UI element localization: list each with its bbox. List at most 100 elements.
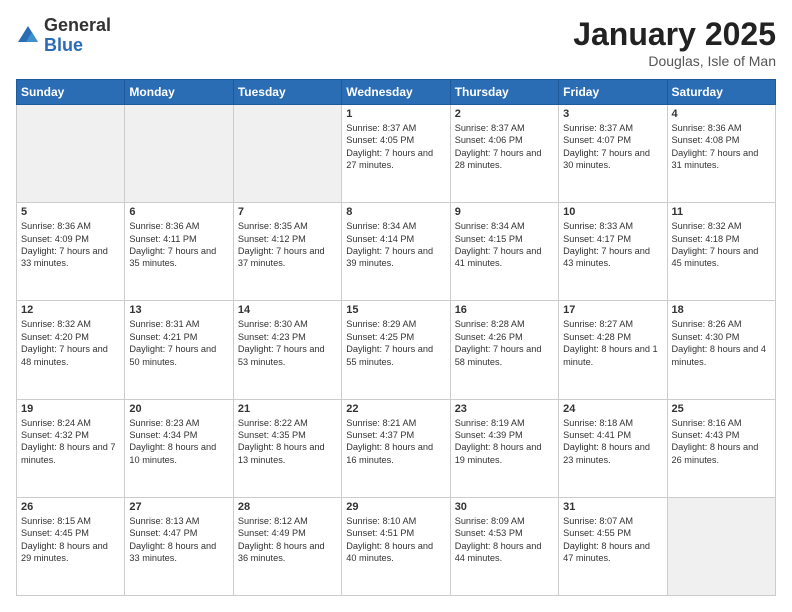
day-number: 22 bbox=[346, 403, 445, 415]
day-number: 10 bbox=[563, 206, 662, 218]
calendar-cell: 28Sunrise: 8:12 AM Sunset: 4:49 PM Dayli… bbox=[233, 497, 341, 595]
cell-content: Sunrise: 8:22 AM Sunset: 4:35 PM Dayligh… bbox=[238, 417, 337, 467]
calendar-cell: 31Sunrise: 8:07 AM Sunset: 4:55 PM Dayli… bbox=[559, 497, 667, 595]
day-number: 6 bbox=[129, 206, 228, 218]
calendar-cell: 6 Sunrise: 8:36 AM Sunset: 4:11 PM Daylig… bbox=[125, 203, 233, 301]
calendar-cell: 14Sunrise: 8:30 AM Sunset: 4:23 PM Dayli… bbox=[233, 301, 341, 399]
cell-content: Sunrise: 8:13 AM Sunset: 4:47 PM Dayligh… bbox=[129, 515, 228, 565]
calendar-cell: 29Sunrise: 8:10 AM Sunset: 4:51 PM Dayli… bbox=[342, 497, 450, 595]
cell-content: Sunrise: 8:31 AM Sunset: 4:21 PM Dayligh… bbox=[129, 318, 228, 368]
cell-content: Sunrise: 8:23 AM Sunset: 4:34 PM Dayligh… bbox=[129, 417, 228, 467]
cell-content: Sunrise: 8:33 AM Sunset: 4:17 PM Dayligh… bbox=[563, 220, 662, 270]
cell-content: Sunrise: 8:30 AM Sunset: 4:23 PM Dayligh… bbox=[238, 318, 337, 368]
calendar-cell: 20Sunrise: 8:23 AM Sunset: 4:34 PM Dayli… bbox=[125, 399, 233, 497]
day-number: 31 bbox=[563, 501, 662, 513]
day-number: 8 bbox=[346, 206, 445, 218]
calendar-cell: 7 Sunrise: 8:35 AM Sunset: 4:12 PM Daylig… bbox=[233, 203, 341, 301]
day-header-saturday: Saturday bbox=[667, 80, 775, 105]
calendar-cell: 23 Sunrise: 8:19 AM Sunset: 4:39 PM Dayli… bbox=[450, 399, 558, 497]
day-number: 7 bbox=[238, 206, 337, 218]
day-number: 1 bbox=[346, 108, 445, 120]
calendar-cell: 11 Sunrise: 8:32 AM Sunset: 4:18 PM Dayli… bbox=[667, 203, 775, 301]
calendar-cell: 10 Sunrise: 8:33 AM Sunset: 4:17 PM Dayli… bbox=[559, 203, 667, 301]
cell-content: Sunrise: 8:35 AM Sunset: 4:12 PM Dayligh… bbox=[238, 220, 337, 270]
day-header-monday: Monday bbox=[125, 80, 233, 105]
calendar-cell: 12 Sunrise: 8:32 AM Sunset: 4:20 PM Dayli… bbox=[17, 301, 125, 399]
logo-text: General Blue bbox=[44, 16, 111, 56]
calendar-cell: 22 Sunrise: 8:21 AM Sunset: 4:37 PM Dayli… bbox=[342, 399, 450, 497]
cell-content: Sunrise: 8:26 AM Sunset: 4:30 PM Dayligh… bbox=[672, 318, 771, 368]
cell-content: Sunrise: 8:37 AM Sunset: 4:05 PM Dayligh… bbox=[346, 122, 445, 172]
calendar-cell: 2 Sunrise: 8:37 AM Sunset: 4:06 PM Daylig… bbox=[450, 105, 558, 203]
cell-content: Sunrise: 8:37 AM Sunset: 4:07 PM Dayligh… bbox=[563, 122, 662, 172]
calendar-cell: 21 Sunrise: 8:22 AM Sunset: 4:35 PM Dayli… bbox=[233, 399, 341, 497]
title-block: January 2025 Douglas, Isle of Man bbox=[573, 16, 776, 69]
day-header-friday: Friday bbox=[559, 80, 667, 105]
day-number: 15 bbox=[346, 304, 445, 316]
day-number: 21 bbox=[238, 403, 337, 415]
calendar-cell: 25Sunrise: 8:16 AM Sunset: 4:43 PM Dayli… bbox=[667, 399, 775, 497]
day-number: 30 bbox=[455, 501, 554, 513]
day-number: 3 bbox=[563, 108, 662, 120]
cell-content: Sunrise: 8:27 AM Sunset: 4:28 PM Dayligh… bbox=[563, 318, 662, 368]
logo: General Blue bbox=[16, 16, 111, 56]
week-row-3: 12 Sunrise: 8:32 AM Sunset: 4:20 PM Dayli… bbox=[17, 301, 776, 399]
cell-content: Sunrise: 8:24 AM Sunset: 4:32 PM Dayligh… bbox=[21, 417, 120, 467]
calendar-cell: 30 Sunrise: 8:09 AM Sunset: 4:53 PM Dayli… bbox=[450, 497, 558, 595]
calendar-cell bbox=[667, 497, 775, 595]
day-number: 9 bbox=[455, 206, 554, 218]
page: General Blue January 2025 Douglas, Isle … bbox=[0, 0, 792, 612]
cell-content: Sunrise: 8:32 AM Sunset: 4:18 PM Dayligh… bbox=[672, 220, 771, 270]
day-number: 29 bbox=[346, 501, 445, 513]
calendar-cell: 15 Sunrise: 8:29 AM Sunset: 4:25 PM Dayli… bbox=[342, 301, 450, 399]
calendar-cell: 5Sunrise: 8:36 AM Sunset: 4:09 PM Daylig… bbox=[17, 203, 125, 301]
cell-content: Sunrise: 8:37 AM Sunset: 4:06 PM Dayligh… bbox=[455, 122, 554, 172]
day-number: 24 bbox=[563, 403, 662, 415]
calendar-cell: 8 Sunrise: 8:34 AM Sunset: 4:14 PM Daylig… bbox=[342, 203, 450, 301]
calendar-cell bbox=[17, 105, 125, 203]
calendar-cell bbox=[125, 105, 233, 203]
day-number: 28 bbox=[238, 501, 337, 513]
calendar-cell: 24Sunrise: 8:18 AM Sunset: 4:41 PM Dayli… bbox=[559, 399, 667, 497]
day-number: 25 bbox=[672, 403, 771, 415]
calendar-cell: 3 Sunrise: 8:37 AM Sunset: 4:07 PM Daylig… bbox=[559, 105, 667, 203]
calendar-cell bbox=[233, 105, 341, 203]
day-number: 13 bbox=[129, 304, 228, 316]
cell-content: Sunrise: 8:09 AM Sunset: 4:53 PM Dayligh… bbox=[455, 515, 554, 565]
day-header-thursday: Thursday bbox=[450, 80, 558, 105]
cell-content: Sunrise: 8:34 AM Sunset: 4:15 PM Dayligh… bbox=[455, 220, 554, 270]
cell-content: Sunrise: 8:36 AM Sunset: 4:09 PM Dayligh… bbox=[21, 220, 120, 270]
cell-content: Sunrise: 8:21 AM Sunset: 4:37 PM Dayligh… bbox=[346, 417, 445, 467]
calendar-cell: 26 Sunrise: 8:15 AM Sunset: 4:45 PM Dayli… bbox=[17, 497, 125, 595]
cell-content: Sunrise: 8:32 AM Sunset: 4:20 PM Dayligh… bbox=[21, 318, 120, 368]
logo-blue: Blue bbox=[44, 36, 111, 56]
week-row-5: 26 Sunrise: 8:15 AM Sunset: 4:45 PM Dayli… bbox=[17, 497, 776, 595]
day-header-wednesday: Wednesday bbox=[342, 80, 450, 105]
day-number: 26 bbox=[21, 501, 120, 513]
cell-content: Sunrise: 8:36 AM Sunset: 4:08 PM Dayligh… bbox=[672, 122, 771, 172]
day-number: 16 bbox=[455, 304, 554, 316]
day-number: 12 bbox=[21, 304, 120, 316]
cell-content: Sunrise: 8:28 AM Sunset: 4:26 PM Dayligh… bbox=[455, 318, 554, 368]
sub-title: Douglas, Isle of Man bbox=[573, 53, 776, 69]
days-header-row: SundayMondayTuesdayWednesdayThursdayFrid… bbox=[17, 80, 776, 105]
week-row-1: 1 Sunrise: 8:37 AM Sunset: 4:05 PM Daylig… bbox=[17, 105, 776, 203]
cell-content: Sunrise: 8:15 AM Sunset: 4:45 PM Dayligh… bbox=[21, 515, 120, 565]
day-number: 4 bbox=[672, 108, 771, 120]
week-row-4: 19 Sunrise: 8:24 AM Sunset: 4:32 PM Dayli… bbox=[17, 399, 776, 497]
day-number: 2 bbox=[455, 108, 554, 120]
cell-content: Sunrise: 8:34 AM Sunset: 4:14 PM Dayligh… bbox=[346, 220, 445, 270]
header: General Blue January 2025 Douglas, Isle … bbox=[16, 16, 776, 69]
calendar-cell: 4 Sunrise: 8:36 AM Sunset: 4:08 PM Daylig… bbox=[667, 105, 775, 203]
cell-content: Sunrise: 8:36 AM Sunset: 4:11 PM Dayligh… bbox=[129, 220, 228, 270]
logo-icon bbox=[16, 24, 40, 48]
day-header-tuesday: Tuesday bbox=[233, 80, 341, 105]
day-number: 23 bbox=[455, 403, 554, 415]
day-number: 19 bbox=[21, 403, 120, 415]
cell-content: Sunrise: 8:29 AM Sunset: 4:25 PM Dayligh… bbox=[346, 318, 445, 368]
day-number: 27 bbox=[129, 501, 228, 513]
calendar-cell: 19 Sunrise: 8:24 AM Sunset: 4:32 PM Dayli… bbox=[17, 399, 125, 497]
day-number: 11 bbox=[672, 206, 771, 218]
cell-content: Sunrise: 8:19 AM Sunset: 4:39 PM Dayligh… bbox=[455, 417, 554, 467]
calendar-cell: 13 Sunrise: 8:31 AM Sunset: 4:21 PM Dayli… bbox=[125, 301, 233, 399]
